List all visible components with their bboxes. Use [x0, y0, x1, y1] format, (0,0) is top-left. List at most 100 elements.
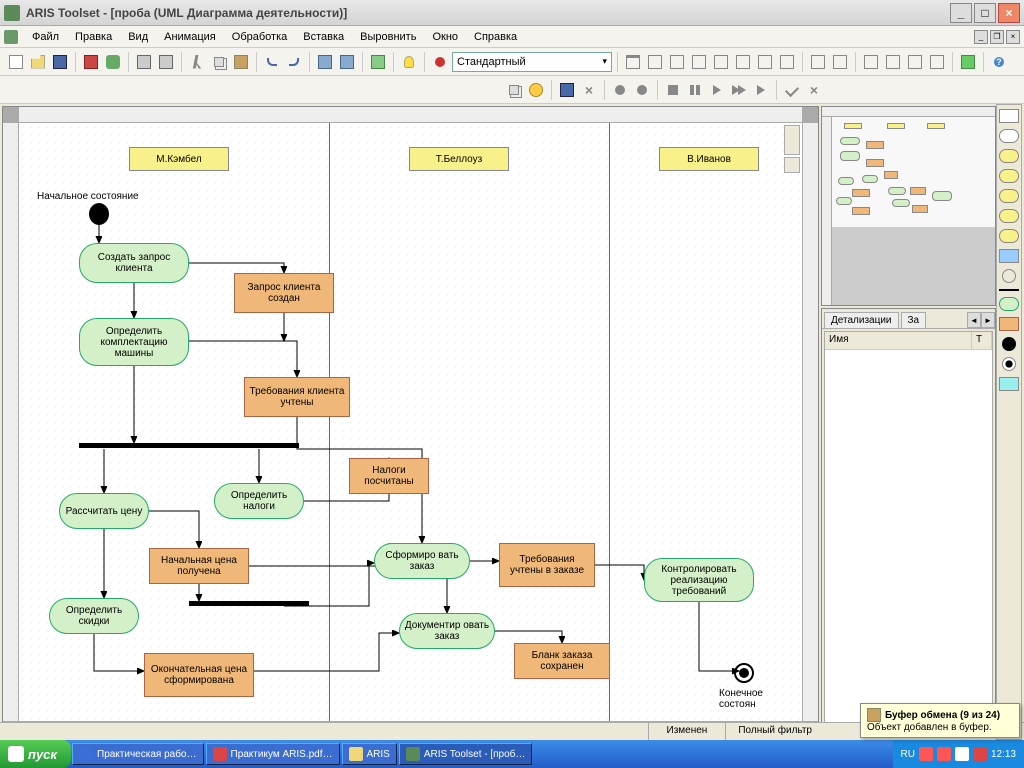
- redo-button[interactable]: [284, 52, 304, 72]
- mdi-minimize[interactable]: _: [974, 30, 988, 44]
- new-button[interactable]: [6, 52, 26, 72]
- mdi-restore[interactable]: ❐: [990, 30, 1004, 44]
- clipboard-balloon[interactable]: Буфер обмена (9 из 24) Объект добавлен в…: [860, 703, 1020, 738]
- palette-yellow3[interactable]: [999, 189, 1019, 203]
- palette-rect[interactable]: [999, 109, 1019, 123]
- system-tray[interactable]: RU 12:13: [893, 740, 1024, 768]
- anim-del[interactable]: ×: [579, 80, 599, 100]
- menu-view[interactable]: Вид: [120, 29, 156, 45]
- cut-button[interactable]: [187, 52, 207, 72]
- palette-cyan[interactable]: [999, 377, 1019, 391]
- save-button[interactable]: [50, 52, 70, 72]
- menu-help[interactable]: Справка: [466, 29, 525, 45]
- menu-edit[interactable]: Правка: [67, 29, 120, 45]
- palette-blue[interactable]: [999, 249, 1019, 263]
- align-3[interactable]: [667, 52, 687, 72]
- anim-x[interactable]: ×: [804, 80, 824, 100]
- palette-line[interactable]: [999, 289, 1019, 291]
- menu-insert[interactable]: Вставка: [295, 29, 352, 45]
- record-button[interactable]: [430, 52, 450, 72]
- tray-icon[interactable]: [955, 747, 969, 761]
- help-button[interactable]: ?: [989, 52, 1009, 72]
- menu-align[interactable]: Выровнить: [352, 29, 424, 45]
- tb-b3[interactable]: [368, 52, 388, 72]
- activity-node[interactable]: Определить комплектацию машины: [79, 318, 189, 366]
- activity-node[interactable]: Документир овать заказ: [399, 613, 495, 649]
- activity-node[interactable]: Определить налоги: [214, 483, 304, 519]
- maximize-button[interactable]: □: [974, 3, 996, 23]
- anim-rew[interactable]: [610, 80, 630, 100]
- anim-prev[interactable]: [632, 80, 652, 100]
- idea-button[interactable]: [399, 52, 419, 72]
- task-item[interactable]: Практическая рабо…: [72, 743, 204, 765]
- diagram-canvas[interactable]: М.Кэмбел Т.Беллоуз В.Иванов Начальное со…: [19, 123, 802, 721]
- join-bar[interactable]: [189, 601, 309, 606]
- tray-icon[interactable]: [919, 747, 933, 761]
- activity-node[interactable]: Контролировать реализацию требований: [644, 558, 754, 602]
- activity-node[interactable]: Определить скидки: [49, 598, 139, 634]
- menu-process[interactable]: Обработка: [224, 29, 295, 45]
- object-node[interactable]: Требования учтены в заказе: [499, 543, 595, 587]
- palette-yellow5[interactable]: [999, 229, 1019, 243]
- grid-1[interactable]: [861, 52, 881, 72]
- fork-bar[interactable]: [79, 443, 299, 448]
- object-node[interactable]: Требования клиента учтены: [244, 377, 350, 417]
- palette-final[interactable]: [1002, 357, 1016, 371]
- align-4[interactable]: [689, 52, 709, 72]
- palette-object[interactable]: [999, 317, 1019, 331]
- task-item[interactable]: ARIS: [342, 743, 397, 765]
- start-button[interactable]: пуск: [0, 740, 71, 768]
- palette-yellow2[interactable]: [999, 169, 1019, 183]
- object-node[interactable]: Начальная цена получена: [149, 548, 249, 584]
- anim-save[interactable]: [557, 80, 577, 100]
- task-item[interactable]: Практикум ARIS.pdf…: [206, 743, 340, 765]
- object-node[interactable]: Бланк заказа сохранен: [514, 643, 610, 679]
- object-node[interactable]: Налоги посчитаны: [349, 458, 429, 494]
- paste-button[interactable]: [231, 52, 251, 72]
- anim-pause[interactable]: [685, 80, 705, 100]
- tab-scroll-left[interactable]: ◄: [967, 312, 981, 328]
- chat-button[interactable]: [103, 52, 123, 72]
- tab-detail[interactable]: Детализации: [824, 312, 899, 328]
- activity-node[interactable]: Рассчитать цену: [59, 493, 149, 529]
- anim-stop[interactable]: [663, 80, 683, 100]
- palette-activity[interactable]: [999, 297, 1019, 311]
- ruler-horizontal[interactable]: [19, 107, 802, 123]
- panel-toggle-icon[interactable]: [784, 125, 800, 155]
- camera-button[interactable]: [81, 52, 101, 72]
- ruler-vertical[interactable]: [3, 123, 19, 721]
- align-1[interactable]: [623, 52, 643, 72]
- tb-b2[interactable]: [337, 52, 357, 72]
- align-2[interactable]: [645, 52, 665, 72]
- palette-initial[interactable]: [1002, 337, 1016, 351]
- anim-ff[interactable]: [729, 80, 749, 100]
- detail-list[interactable]: ИмяТ: [824, 331, 993, 735]
- copy-button[interactable]: [209, 52, 229, 72]
- tray-icon[interactable]: [973, 747, 987, 761]
- anim-2[interactable]: [526, 80, 546, 100]
- tb-b1[interactable]: [315, 52, 335, 72]
- task-item-active[interactable]: ARIS Toolset - [проб…: [399, 743, 533, 765]
- group-2[interactable]: [830, 52, 850, 72]
- minimap-panel[interactable]: [821, 106, 996, 306]
- activity-node[interactable]: Сформиро вать заказ: [374, 543, 470, 579]
- menu-window[interactable]: Окно: [424, 29, 466, 45]
- final-node[interactable]: [734, 663, 754, 683]
- align-8[interactable]: [777, 52, 797, 72]
- grid-2[interactable]: [883, 52, 903, 72]
- palette-yellow[interactable]: [999, 149, 1019, 163]
- mdi-close[interactable]: ×: [1006, 30, 1020, 44]
- menu-file[interactable]: Файл: [24, 29, 67, 45]
- anim-end[interactable]: [751, 80, 771, 100]
- undo-button[interactable]: [262, 52, 282, 72]
- print-button[interactable]: [134, 52, 154, 72]
- exit-button[interactable]: [958, 52, 978, 72]
- palette-round-rect[interactable]: [999, 129, 1019, 143]
- preview-button[interactable]: [156, 52, 176, 72]
- tray-lang[interactable]: RU: [901, 749, 915, 760]
- align-6[interactable]: [733, 52, 753, 72]
- palette-circle[interactable]: [1002, 269, 1016, 283]
- align-7[interactable]: [755, 52, 775, 72]
- scrollbar-vertical[interactable]: [802, 123, 818, 721]
- menu-animation[interactable]: Анимация: [156, 29, 224, 45]
